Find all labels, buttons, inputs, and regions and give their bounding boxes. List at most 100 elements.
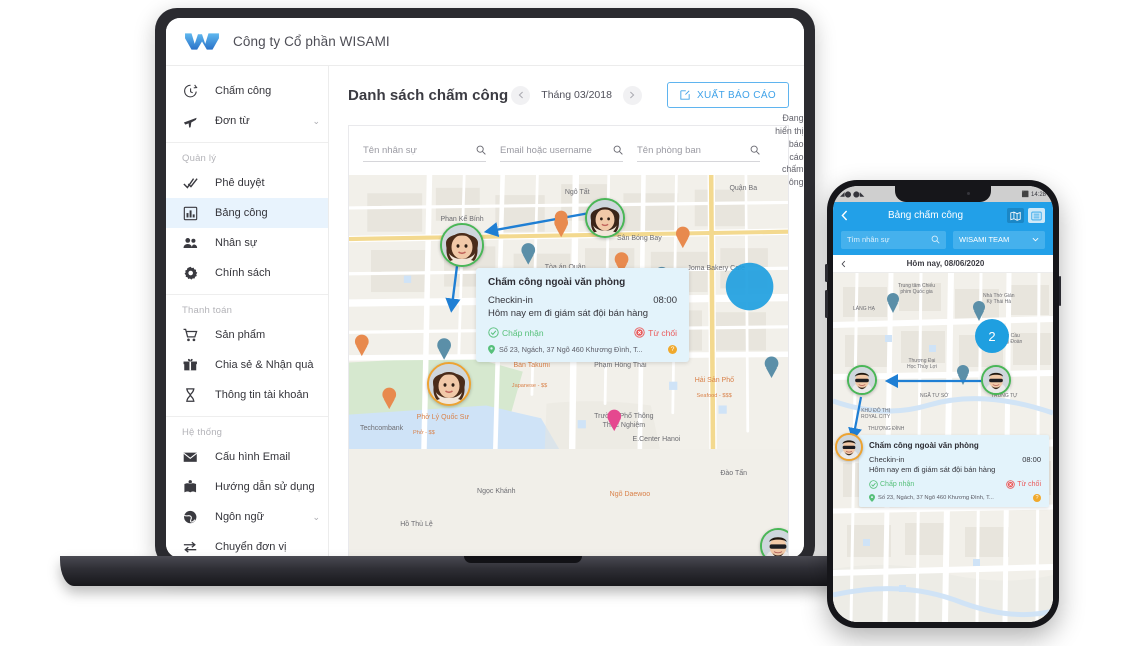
chevron-down-icon[interactable]: ⌄ <box>312 512 320 522</box>
search-field-1[interactable]: Tên nhân sự <box>363 140 486 162</box>
map-label: Ngõ Daewoo <box>609 490 651 498</box>
avatar-marker-left[interactable] <box>847 365 877 395</box>
info-card-actions: Chấp nhận Từ chối <box>488 327 677 338</box>
sidebar-item-label: Sản phẩm <box>215 329 266 341</box>
map-view-tab[interactable] <box>1007 208 1024 223</box>
laptop-screen: Công ty Cổ phần WISAMI Chấm công Đơn từ ⌄ Q… <box>166 18 804 558</box>
gear-icon <box>182 265 199 282</box>
sidebar-item-nh-n-s[interactable]: Nhân sự <box>166 228 328 258</box>
phone-search-input[interactable]: Tìm nhân sự <box>841 230 946 249</box>
map-label: Đào Tấn <box>720 470 748 478</box>
sidebar-item-b-ng-c-ng[interactable]: Bảng công <box>166 198 328 228</box>
attendance-map[interactable]: Quận BaNgô TấtPhan Kế BínhSân Bóng BayTò… <box>348 175 789 558</box>
hourglass-icon <box>182 387 199 404</box>
sidebar-item-label: Bảng công <box>215 207 268 219</box>
laptop-bezel: Công ty Cổ phần WISAMI Chấm công Đơn từ ⌄ Q… <box>155 8 815 568</box>
search-icon[interactable] <box>476 145 486 155</box>
sidebar-item-label: Thông tin tài khoản <box>215 389 309 401</box>
phone-map-label: KHU ĐÔ THỊ ROYAL CITY <box>861 408 891 421</box>
phone-card-checkin-row: Checkin-in 08:00 <box>869 455 1041 464</box>
main-toolbar: Danh sách chấm công Tháng 03/2018 XUẤT B… <box>348 82 789 108</box>
phone-reject-button[interactable]: Từ chối <box>1006 480 1041 489</box>
phone-volume-down-button[interactable] <box>825 290 828 318</box>
wisami-w-logo-icon[interactable] <box>184 31 220 52</box>
sidebar-item-label: Nhân sự <box>215 237 258 249</box>
chevron-right-icon <box>630 91 635 99</box>
phone-map-label: Thượng Đại Học Thủy Lợi <box>907 358 937 371</box>
sidebar-item-ch-nh-s-ch[interactable]: Chính sách <box>166 258 328 288</box>
sidebar-item-c-u-h-nh-email[interactable]: Cấu hình Email <box>166 442 328 472</box>
export-report-label: XUẤT BÁO CÁO <box>696 89 776 101</box>
phone-map-label: Trung tâm Chiếu phim Quốc gia <box>898 283 936 296</box>
next-month-button[interactable] <box>622 85 642 105</box>
chevron-down-icon[interactable]: ⌄ <box>312 116 320 126</box>
cluster-marker[interactable]: 2 <box>975 319 1009 353</box>
info-badge-icon[interactable]: ? <box>668 345 677 354</box>
screenshot-stage: Công ty Cổ phần WISAMI Chấm công Đơn từ ⌄ Q… <box>0 0 1146 646</box>
sidebar[interactable]: Chấm công Đơn từ ⌄ Quản lý Phê duyệt Bảng côn… <box>166 66 329 558</box>
sidebar-item-ng-n-ng[interactable]: Ngôn ngữ ⌄ <box>166 502 328 532</box>
brand-name: Công ty Cổ phần WISAMI <box>233 34 390 49</box>
sidebar-group-label: Quản lý <box>182 153 217 164</box>
chevron-left-icon[interactable] <box>841 210 848 221</box>
phone-map[interactable]: Trung tâm Chiếu phim Quốc gia Nhà Thờ Giá… <box>833 273 1053 622</box>
sidebar-item-h-ng-d-n-s-d-ng[interactable]: Hướng dẫn sử dụng <box>166 472 328 502</box>
avatar-marker-4[interactable] <box>759 527 788 557</box>
check-circle-icon <box>869 480 878 489</box>
sidebar-item-chia-s-nh-n-qu[interactable]: Chia sẻ & Nhận quà <box>166 350 328 380</box>
phone-card-checkin-label: Checkin-in <box>869 455 905 464</box>
envelope-icon <box>182 449 199 466</box>
cart-icon <box>182 327 199 344</box>
reject-button[interactable]: Từ chối <box>634 327 677 338</box>
avatar-marker-right[interactable] <box>981 365 1011 395</box>
search-icon[interactable] <box>750 145 760 155</box>
list-icon <box>1031 211 1042 220</box>
search-field-3[interactable]: Tên phòng ban <box>637 140 760 162</box>
accept-button[interactable]: Chấp nhận <box>488 327 544 338</box>
search-field-2[interactable]: Email hoặc username <box>500 140 623 162</box>
phone-map-label: THƯỢNG ĐÌNH <box>868 426 905 432</box>
main-content: Danh sách chấm công Tháng 03/2018 XUẤT B… <box>329 66 804 558</box>
phone-date-label: Hôm nay, 08/06/2020 <box>906 259 985 268</box>
chevron-down-icon <box>1032 237 1039 242</box>
filter-bar: Tên nhân sự Email hoặc username Tên phòng … <box>348 113 804 187</box>
checkin-info-card[interactable]: Chấm công ngoài văn phòng Checkin-in 08:… <box>476 268 689 362</box>
phone-power-button[interactable] <box>1058 276 1061 306</box>
status-left: ◢⬤ ⬤◣ <box>840 191 865 198</box>
phone-accept-button[interactable]: Chấp nhận <box>869 480 914 489</box>
info-card-title: Chấm công ngoài văn phòng <box>488 277 626 288</box>
avatar-marker-card[interactable] <box>835 433 863 461</box>
sidebar-item-chuy-n-n-v[interactable]: Chuyển đơn vị <box>166 532 328 558</box>
search-field-placeholder: Tên phòng ban <box>637 144 701 156</box>
clock-history-icon <box>182 83 199 100</box>
phone-map-label: LÁNG HẠ <box>853 306 875 312</box>
page-title: Danh sách chấm công <box>348 86 509 104</box>
phone-search-placeholder: Tìm nhân sự <box>847 235 890 244</box>
x-circle-icon <box>634 327 645 338</box>
phone-team-select[interactable]: WISAMI TEAM <box>953 230 1045 249</box>
sidebar-item-n-t[interactable]: Đơn từ ⌄ <box>166 106 328 136</box>
sidebar-item-ph-duy-t[interactable]: Phê duyệt <box>166 168 328 198</box>
list-view-tab[interactable] <box>1028 208 1045 223</box>
sidebar-item-th-ng-tin-t-i-kho-n[interactable]: Thông tin tài khoản <box>166 380 328 410</box>
search-icon <box>931 235 940 244</box>
export-report-button[interactable]: XUẤT BÁO CÁO <box>666 82 789 108</box>
search-icon[interactable] <box>613 145 623 155</box>
sidebar-group-label: Thanh toán <box>182 305 233 316</box>
book-open-icon <box>182 479 199 496</box>
info-card-note: Hôm nay em đi giám sát đội bán hàng <box>488 308 649 319</box>
sidebar-item-ch-m-c-ng[interactable]: Chấm công <box>166 76 328 106</box>
sidebar-group: Thanh toán Sản phẩm Chia sẻ & Nhận quà Thôn… <box>166 295 328 417</box>
bar-chart-icon <box>182 205 199 222</box>
gift-icon <box>182 357 199 374</box>
prev-month-button[interactable] <box>511 85 531 105</box>
location-pin-icon <box>869 494 875 502</box>
phone-checkin-info-card[interactable]: Chấm công ngoài văn phòng Checkin-in 08:… <box>859 435 1049 507</box>
sidebar-item-label: Chấm công <box>215 85 272 97</box>
month-navigator: Tháng 03/2018 XUẤT BÁO CÁO <box>511 82 789 108</box>
sidebar-item-label: Chuyển đơn vị <box>215 541 287 553</box>
sidebar-item-s-n-ph-m[interactable]: Sản phẩm <box>166 320 328 350</box>
phone-volume-up-button[interactable] <box>825 264 828 282</box>
sidebar-group: Quản lý Phê duyệt Bảng công Nhân sự Chính sá… <box>166 143 328 295</box>
phone-info-badge-icon[interactable]: ? <box>1033 494 1041 502</box>
